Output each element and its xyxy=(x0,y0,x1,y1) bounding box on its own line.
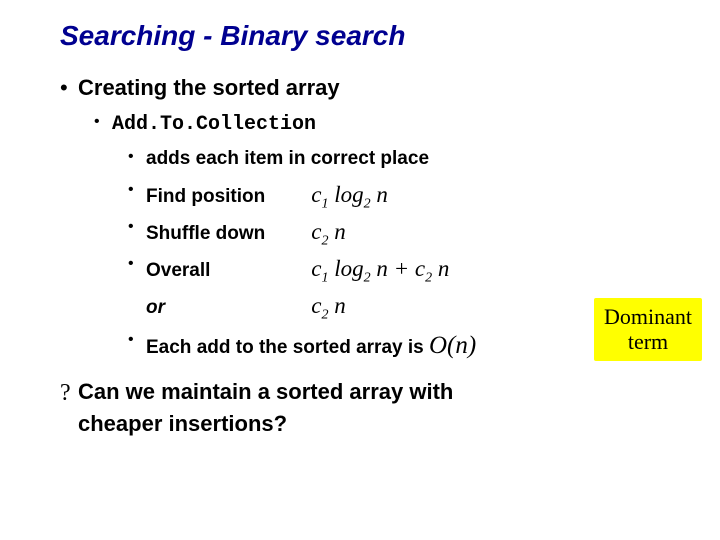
bullet-overall: • Overall c1 log2 n + c2 n xyxy=(128,252,670,289)
label: Shuffle down xyxy=(146,220,306,248)
bullet-text: Creating the sorted array xyxy=(78,72,340,104)
question-text: Can we maintain a sorted array with chea… xyxy=(78,376,508,440)
callout-line2: term xyxy=(628,329,668,354)
each-add-pre: Each add to the sorted array is xyxy=(146,337,429,358)
label-or: or xyxy=(146,294,306,322)
bullet-or: • or c2 n xyxy=(128,289,670,326)
formula: c1 log2 n xyxy=(311,182,388,207)
bullet-dot-icon: • xyxy=(60,72,78,104)
bullet-text: Each add to the sorted array is O(n) xyxy=(146,328,476,364)
callout-line1: Dominant xyxy=(604,304,692,329)
bullet-dot-icon: • xyxy=(128,252,146,275)
question-row: ? Can we maintain a sorted array with ch… xyxy=(60,376,670,440)
label: Find position xyxy=(146,183,306,211)
bullet-dot-icon: • xyxy=(128,145,146,168)
bullet-dot-icon: • xyxy=(128,215,146,238)
slide-title: Searching - Binary search xyxy=(60,20,670,52)
bullet-find-position: • Find position c1 log2 n xyxy=(128,178,670,215)
bullet-text: Add.To.Collection xyxy=(112,110,316,139)
formula: c2 n xyxy=(311,219,345,244)
bullet-group: Find position c1 log2 n xyxy=(146,178,388,215)
bullet-dot-icon: • xyxy=(94,110,112,133)
bullet-each-add: • Each add to the sorted array is O(n) xyxy=(128,328,670,364)
label: Overall xyxy=(146,257,306,285)
formula: c2 n xyxy=(311,293,345,318)
dominant-term-callout: Dominant term xyxy=(594,298,702,361)
bullet-shuffle-down: • Shuffle down c2 n xyxy=(128,215,670,252)
bullet-adds-each-item: • adds each item in correct place xyxy=(128,145,670,173)
bullet-add-to-collection: • Add.To.Collection xyxy=(94,110,670,139)
bullet-group: Overall c1 log2 n + c2 n xyxy=(146,252,449,289)
formula: c1 log2 n + c2 n xyxy=(311,256,449,281)
big-o-notation: O(n) xyxy=(429,332,476,359)
bullet-group: or c2 n xyxy=(146,289,346,326)
bullet-text: adds each item in correct place xyxy=(146,145,429,173)
bullet-dot-icon: • xyxy=(128,178,146,201)
bullet-creating-sorted-array: • Creating the sorted array xyxy=(60,72,670,104)
bullet-dot-icon: • xyxy=(128,328,146,351)
question-mark-icon: ? xyxy=(60,376,78,411)
bullet-group: Shuffle down c2 n xyxy=(146,215,346,252)
